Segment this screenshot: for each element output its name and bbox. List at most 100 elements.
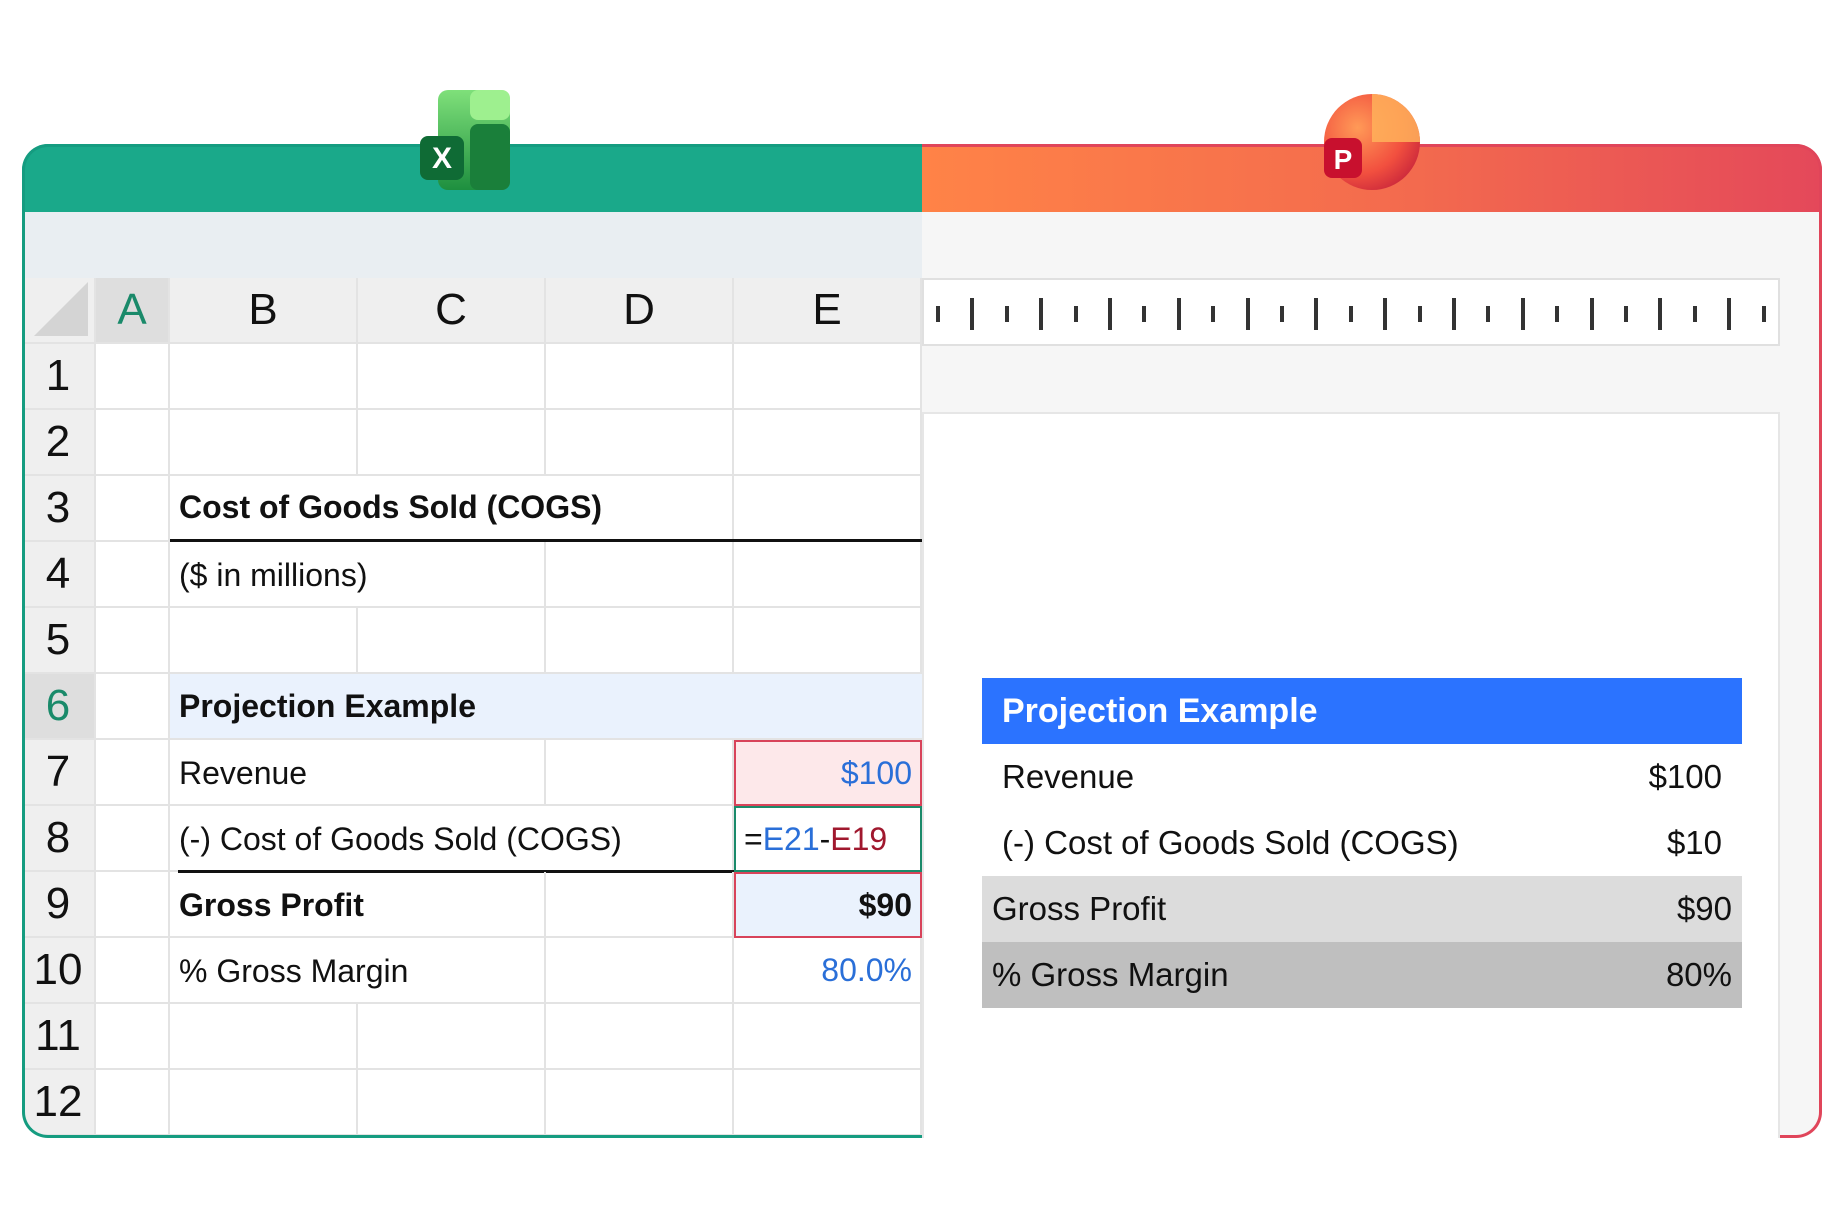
cell[interactable]: [546, 938, 734, 1004]
pp-row-label: Gross Profit: [992, 890, 1167, 927]
pp-table-row[interactable]: Revenue $100: [982, 744, 1742, 810]
horizontal-ruler[interactable]: [922, 278, 1780, 346]
row-header[interactable]: 7: [22, 740, 96, 806]
cell[interactable]: [546, 410, 734, 476]
row-header[interactable]: 1: [22, 344, 96, 410]
cell[interactable]: [546, 740, 734, 806]
row-header[interactable]: 12: [22, 1070, 96, 1136]
cell[interactable]: [96, 1004, 170, 1070]
cell[interactable]: [170, 608, 358, 674]
ruler-tick: [1555, 306, 1560, 322]
cell[interactable]: [170, 344, 358, 410]
cogs-formula-cell[interactable]: = E21- E19: [734, 806, 922, 872]
row-header[interactable]: 2: [22, 410, 96, 476]
row-header[interactable]: 4: [22, 542, 96, 608]
cell[interactable]: [96, 872, 170, 938]
cell[interactable]: [170, 410, 358, 476]
cell[interactable]: [96, 938, 170, 1004]
cogs-label[interactable]: (-) Cost of Goods Sold (COGS): [170, 806, 734, 872]
gross-profit-cell[interactable]: $90: [734, 872, 922, 938]
formula-ref: E21: [762, 820, 820, 857]
row-header[interactable]: 6: [22, 674, 96, 740]
units-note[interactable]: ($ in millions): [170, 542, 470, 608]
ruler-tick: [1417, 306, 1422, 322]
pp-row-value: 80%: [1665, 956, 1732, 993]
row-header[interactable]: 11: [22, 1004, 96, 1070]
pp-row-label: % Gross Margin: [992, 956, 1229, 993]
cell[interactable]: [358, 410, 546, 476]
sheet-row: 4 ($ in millions): [22, 542, 922, 608]
cell[interactable]: [96, 542, 170, 608]
cell[interactable]: [358, 344, 546, 410]
revenue-label[interactable]: Revenue: [170, 740, 470, 806]
column-header-e[interactable]: E: [734, 278, 922, 344]
row-header[interactable]: 9: [22, 872, 96, 938]
ruler-tick: [1692, 306, 1697, 322]
pp-row-value: $90: [1676, 890, 1732, 927]
cell[interactable]: [734, 542, 922, 608]
excel-toolbar: [22, 212, 922, 278]
cell[interactable]: [734, 344, 922, 410]
section-header[interactable]: Projection Example: [170, 674, 922, 740]
cell[interactable]: [546, 608, 734, 674]
cell[interactable]: [734, 410, 922, 476]
column-header-c[interactable]: C: [358, 278, 546, 344]
cell[interactable]: [96, 1070, 170, 1136]
ruler-tick: [1486, 306, 1491, 322]
formula-operator: -: [819, 820, 831, 857]
sheet-row: 8 (-) Cost of Goods Sold (COGS) = E21- E19: [22, 806, 922, 873]
ruler-tick: [1142, 306, 1147, 322]
margin-cell[interactable]: 80.0%: [734, 938, 922, 1004]
cell[interactable]: [96, 674, 170, 740]
cell[interactable]: [170, 1070, 358, 1136]
cell[interactable]: [96, 806, 170, 872]
select-all-corner[interactable]: [22, 278, 96, 344]
cell[interactable]: [96, 344, 170, 410]
cell[interactable]: [546, 1004, 734, 1070]
column-header-a[interactable]: A: [96, 278, 170, 344]
formula-ref: E19: [830, 820, 888, 857]
cell[interactable]: [96, 740, 170, 806]
cell[interactable]: [96, 410, 170, 476]
pp-table-row[interactable]: Gross Profit $90: [982, 876, 1742, 942]
cell[interactable]: [546, 872, 734, 938]
ruler-tick: [1624, 306, 1628, 322]
cell[interactable]: [96, 476, 170, 542]
sheet-row: 5: [22, 608, 922, 674]
cell[interactable]: [734, 1004, 922, 1070]
column-header-d[interactable]: D: [546, 278, 734, 344]
row-header[interactable]: 10: [22, 938, 96, 1004]
pp-table-row[interactable]: (-) Cost of Goods Sold (COGS) $10: [982, 810, 1742, 876]
pp-table-header[interactable]: Projection Example: [982, 678, 1742, 744]
ruler-tick: [1108, 298, 1112, 330]
cell[interactable]: [546, 344, 734, 410]
cell[interactable]: [734, 1070, 922, 1136]
cell[interactable]: [546, 1070, 734, 1136]
ruler-tick: [1383, 298, 1388, 330]
pp-table-row[interactable]: % Gross Margin 80%: [982, 942, 1742, 1008]
column-header-b[interactable]: B: [170, 278, 358, 344]
sheet-row: 10 % Gross Margin 80.0%: [22, 938, 922, 1004]
pp-row-label: Revenue: [1002, 758, 1135, 795]
gross-profit-label[interactable]: Gross Profit: [170, 872, 470, 938]
pp-row-value: $100: [1648, 758, 1722, 795]
cell[interactable]: [358, 1070, 546, 1136]
cell[interactable]: [734, 608, 922, 674]
ruler-tick: [1073, 306, 1078, 322]
ruler-tick: [1314, 298, 1319, 330]
cell[interactable]: [96, 608, 170, 674]
cell[interactable]: [170, 1004, 358, 1070]
revenue-cell[interactable]: $100: [734, 740, 922, 806]
sheet-row: 6 Projection Example: [22, 674, 922, 740]
cell[interactable]: [358, 608, 546, 674]
cell[interactable]: [358, 1004, 546, 1070]
pp-table-title: Projection Example: [1002, 691, 1318, 730]
ruler-tick: [936, 306, 940, 322]
sheet-title[interactable]: Cost of Goods Sold (COGS): [170, 476, 922, 542]
ruler-tick: [1280, 306, 1284, 322]
margin-label[interactable]: % Gross Margin: [170, 938, 470, 1004]
cell[interactable]: [546, 542, 734, 608]
row-header[interactable]: 8: [22, 806, 96, 872]
row-header[interactable]: 5: [22, 608, 96, 674]
row-header[interactable]: 3: [22, 476, 96, 542]
